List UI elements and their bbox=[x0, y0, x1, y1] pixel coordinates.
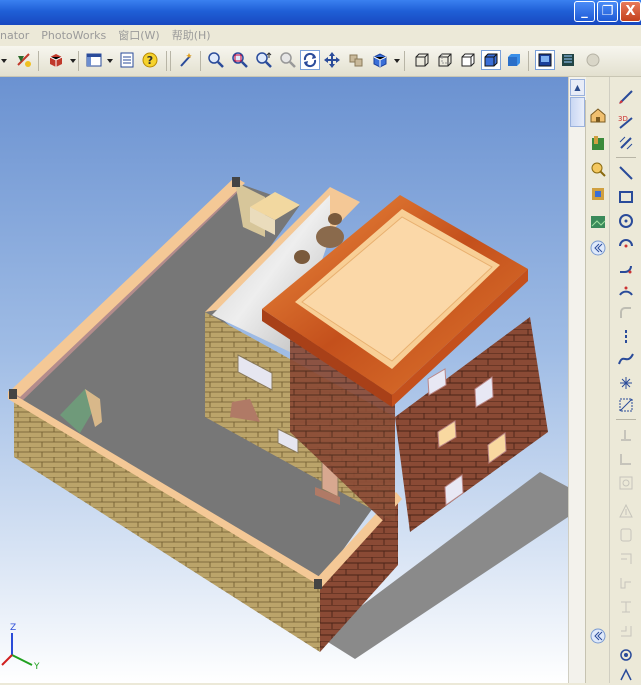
scroll-thumb[interactable] bbox=[570, 97, 585, 127]
repair-sketch-icon[interactable] bbox=[616, 665, 636, 685]
linear-pattern-icon[interactable] bbox=[616, 645, 636, 665]
sketch-fillet-icon[interactable] bbox=[616, 303, 636, 323]
rotate-view-icon[interactable] bbox=[300, 50, 320, 70]
previous-view-icon[interactable] bbox=[346, 50, 366, 70]
design-library-icon[interactable] bbox=[588, 133, 608, 153]
render-view-icon[interactable] bbox=[558, 50, 578, 70]
zoom-area-icon[interactable] bbox=[230, 50, 250, 70]
close-button[interactable]: X bbox=[620, 1, 641, 22]
mirror-icon[interactable] bbox=[616, 501, 636, 521]
home-icon[interactable] bbox=[588, 105, 608, 125]
rectangle-icon[interactable] bbox=[616, 187, 636, 207]
view-dropdown-icon[interactable] bbox=[107, 59, 113, 63]
tangent-arc-icon[interactable] bbox=[616, 257, 636, 277]
view-palette-icon[interactable] bbox=[588, 212, 608, 232]
centerline-icon[interactable] bbox=[616, 327, 636, 347]
menu-item-animator[interactable]: nator bbox=[0, 29, 29, 42]
barrel bbox=[328, 213, 342, 225]
display-relations-icon[interactable] bbox=[616, 449, 636, 469]
standard-views-icon[interactable] bbox=[370, 50, 390, 70]
zoom-to-fit-icon[interactable] bbox=[206, 50, 226, 70]
barrel bbox=[316, 226, 344, 248]
offset-entities-icon[interactable] bbox=[616, 473, 636, 493]
corner-post bbox=[9, 389, 17, 399]
hidden-lines-visible-icon[interactable] bbox=[435, 50, 455, 70]
menu-item-help[interactable]: 帮助(H) bbox=[172, 27, 211, 43]
shaded-icon[interactable] bbox=[504, 50, 524, 70]
line-icon[interactable] bbox=[616, 163, 636, 183]
three-point-arc-icon[interactable] bbox=[616, 280, 636, 300]
circle-icon[interactable] bbox=[616, 211, 636, 231]
wireframe-icon[interactable] bbox=[412, 50, 432, 70]
menu-item-window[interactable]: 窗口(W) bbox=[118, 27, 159, 43]
vertical-scrollbar[interactable]: ▲ bbox=[568, 77, 586, 683]
shaded-with-edges-icon[interactable] bbox=[481, 50, 501, 70]
barrel bbox=[294, 250, 310, 264]
spline-icon[interactable] bbox=[616, 349, 636, 369]
view-panel-icon[interactable] bbox=[84, 50, 104, 70]
svg-text:?: ? bbox=[147, 54, 153, 67]
main-toolbar: ? bbox=[0, 46, 641, 77]
zoom-selection-icon[interactable] bbox=[278, 50, 298, 70]
3d-sketch-icon[interactable]: 3D bbox=[616, 111, 636, 131]
point-icon[interactable] bbox=[616, 373, 636, 393]
menu-item-photoworks[interactable]: PhotoWorks bbox=[41, 29, 106, 42]
rotate-entities-icon[interactable] bbox=[616, 621, 636, 641]
lights-icon[interactable] bbox=[583, 50, 603, 70]
section-view-icon[interactable] bbox=[535, 50, 555, 70]
hidden-lines-removed-icon[interactable] bbox=[458, 50, 478, 70]
views-dropdown-icon[interactable] bbox=[394, 59, 400, 63]
help-icon[interactable]: ? bbox=[140, 50, 160, 70]
title-bar: _ ❐ X bbox=[0, 0, 641, 25]
move-entities-icon[interactable] bbox=[616, 597, 636, 617]
construction-geometry-icon[interactable] bbox=[616, 395, 636, 415]
zoom-in-out-icon[interactable] bbox=[254, 50, 274, 70]
scroll-up-button[interactable]: ▲ bbox=[570, 79, 585, 96]
window-controls: _ ❐ X bbox=[574, 1, 641, 22]
magic-wand-icon[interactable] bbox=[176, 50, 196, 70]
pan-view-icon[interactable] bbox=[322, 50, 342, 70]
graphics-viewport[interactable]: Z Y bbox=[0, 77, 568, 683]
minimize-button[interactable]: _ bbox=[574, 1, 595, 22]
corner-post bbox=[232, 177, 240, 187]
dropdown-arrow-icon[interactable] bbox=[1, 59, 7, 63]
collapse-pane-icon[interactable] bbox=[588, 238, 608, 258]
sketch-toolbar: 3D bbox=[609, 77, 641, 683]
corner-post bbox=[314, 579, 322, 589]
3d-part-icon[interactable] bbox=[46, 50, 66, 70]
sketch-icon[interactable] bbox=[616, 87, 636, 107]
search-icon[interactable] bbox=[588, 184, 608, 204]
z-axis-label: Z bbox=[10, 623, 16, 633]
convert-entities-icon[interactable] bbox=[616, 525, 636, 545]
add-relation-icon[interactable] bbox=[616, 425, 636, 445]
list-icon[interactable] bbox=[117, 50, 137, 70]
smart-dimension-icon[interactable] bbox=[616, 133, 636, 153]
file-explorer-icon[interactable] bbox=[588, 159, 608, 179]
house-model[interactable]: Z Y bbox=[0, 77, 568, 683]
trim-icon[interactable] bbox=[616, 549, 636, 569]
task-pane-tabs bbox=[585, 100, 610, 683]
coordinate-triad: Z Y bbox=[1, 623, 40, 672]
part-dropdown-icon[interactable] bbox=[70, 59, 76, 63]
expand-pane-icon[interactable] bbox=[588, 626, 608, 646]
extend-icon[interactable] bbox=[616, 573, 636, 593]
centerpoint-arc-icon[interactable] bbox=[616, 233, 636, 253]
menu-bar: nator PhotoWorks 窗口(W) 帮助(H) bbox=[0, 25, 641, 45]
restore-button[interactable]: ❐ bbox=[597, 1, 618, 22]
y-axis-label: Y bbox=[33, 662, 40, 672]
smart-dimension-icon[interactable] bbox=[14, 50, 34, 70]
